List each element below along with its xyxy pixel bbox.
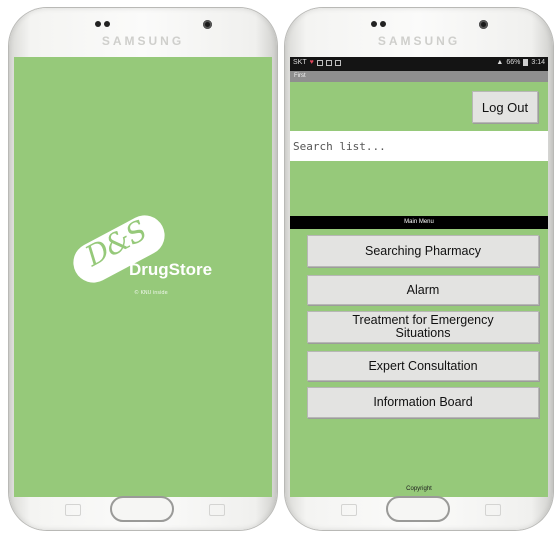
message-icon (334, 59, 341, 66)
front-sensor-icon (95, 21, 111, 27)
home-button[interactable] (386, 496, 450, 522)
searching-pharmacy-button[interactable]: Searching Pharmacy (307, 235, 539, 267)
phone-brand: SAMSUNG (101, 34, 185, 48)
splash-copyright: © KNU inside (134, 290, 168, 296)
battery-percent: 66% (506, 59, 521, 66)
back-icon[interactable] (485, 504, 501, 516)
phone-left: SAMSUNG D&S DrugStore © KNU inside (9, 8, 277, 530)
phone-right: SAMSUNG SKT ♥ ▲ 66% 3:14 First Log Out M… (285, 8, 553, 530)
heart-icon: ♥ (309, 59, 314, 66)
battery-icon (523, 59, 529, 66)
camera-icon (479, 20, 488, 29)
status-bar: SKT ♥ ▲ 66% 3:14 (290, 57, 548, 71)
activity-title: First (290, 71, 548, 82)
notification-icon (316, 59, 323, 66)
emergency-treatment-button[interactable]: Treatment for Emergency Situations (307, 311, 539, 343)
phone-brand: SAMSUNG (377, 34, 461, 48)
back-icon[interactable] (209, 504, 225, 516)
carrier-label: SKT (293, 59, 307, 66)
recent-apps-icon[interactable] (65, 504, 81, 516)
front-sensor-icon (371, 21, 387, 27)
expert-consultation-button[interactable]: Expert Consultation (307, 351, 539, 381)
camera-icon (203, 20, 212, 29)
home-button[interactable] (110, 496, 174, 522)
logout-button[interactable]: Log Out (472, 91, 538, 123)
app-name: DrugStore (129, 260, 213, 279)
gallery-icon (325, 59, 332, 66)
splash-screen: D&S DrugStore © KNU inside (14, 57, 272, 497)
clock: 3:14 (531, 59, 545, 66)
main-screen: SKT ♥ ▲ 66% 3:14 First Log Out Main Menu… (290, 57, 548, 497)
copyright-footer: Copyright (406, 486, 432, 492)
information-board-button[interactable]: Information Board (307, 387, 539, 418)
recent-apps-icon[interactable] (341, 504, 357, 516)
signal-icon: ▲ (496, 59, 504, 66)
menu-header: Main Menu (290, 216, 548, 229)
search-input[interactable] (290, 131, 548, 161)
alarm-button[interactable]: Alarm (307, 275, 539, 305)
